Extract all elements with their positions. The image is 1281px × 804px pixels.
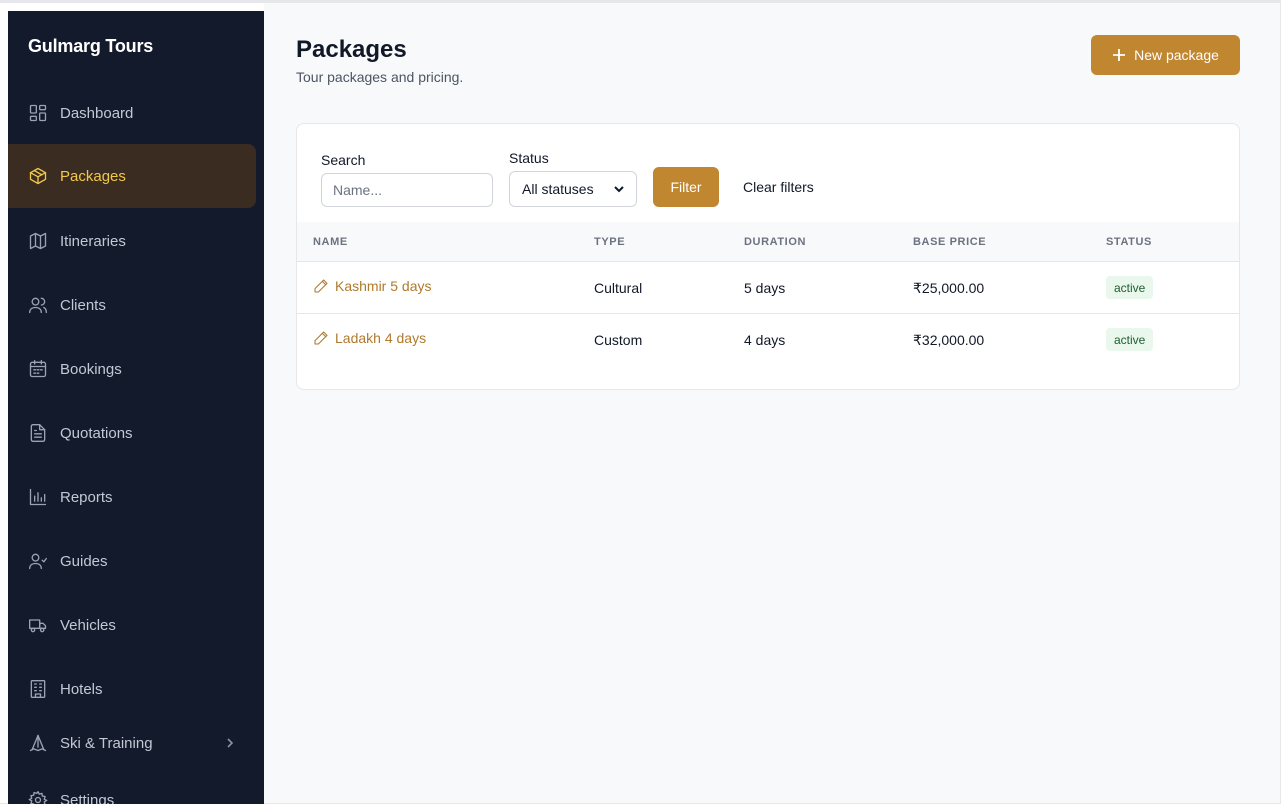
building-icon — [28, 679, 48, 699]
sidebar-item-settings[interactable]: Settings — [8, 768, 256, 804]
column-header-name: NAME — [313, 236, 348, 248]
sidebar-item-label: Dashboard — [60, 104, 134, 122]
sidebar-item-dashboard[interactable]: Dashboard — [8, 81, 256, 145]
table-row: Kashmir 5 days Cultural 5 days ₹25,000.0… — [297, 262, 1239, 314]
chevron-down-icon — [614, 186, 624, 193]
pencil-icon — [314, 331, 328, 345]
sidebar-item-label: Ski & Training — [60, 734, 153, 752]
sidebar-item-label: Reports — [60, 488, 113, 506]
new-package-label: New package — [1134, 47, 1219, 63]
gear-icon — [28, 790, 48, 804]
package-name: Kashmir 5 days — [335, 278, 432, 294]
page-subtitle: Tour packages and pricing. — [296, 69, 464, 85]
status-select-value: All statuses — [522, 181, 594, 197]
dashboard-icon — [28, 103, 48, 123]
sidebar: Gulmarg Tours Dashboard Packages Itinera… — [8, 11, 264, 804]
sidebar-item-packages[interactable]: Packages — [8, 144, 256, 208]
table-header: NAME TYPE DURATION BASE PRICE STATUS — [297, 222, 1239, 262]
packages-card: Search Status All statuses Filter Clear … — [296, 123, 1240, 390]
sidebar-item-label: Quotations — [60, 424, 133, 442]
package-price: ₹25,000.00 — [913, 280, 985, 296]
search-input[interactable] — [321, 173, 493, 207]
package-duration: 4 days — [744, 332, 786, 348]
sidebar-item-label: Settings — [60, 791, 115, 804]
ski-icon — [28, 733, 48, 753]
package-type: Custom — [594, 332, 643, 348]
sidebar-item-itineraries[interactable]: Itineraries — [8, 209, 256, 273]
sidebar-item-guides[interactable]: Guides — [8, 529, 256, 593]
bar-chart-icon — [28, 487, 48, 507]
package-name: Ladakh 4 days — [335, 330, 427, 346]
main-content: Packages Tour packages and pricing. New … — [264, 3, 1280, 803]
pencil-icon — [314, 279, 328, 293]
package-name-link[interactable]: Kashmir 5 days — [313, 278, 431, 294]
package-name-link[interactable]: Ladakh 4 days — [313, 330, 426, 346]
table-row: Ladakh 4 days Custom 4 days ₹32,000.00 a… — [297, 314, 1239, 366]
status-label: Status — [509, 150, 549, 166]
plus-icon — [1113, 49, 1126, 61]
sidebar-item-label: Clients — [60, 296, 106, 314]
package-type: Cultural — [594, 280, 643, 296]
map-icon — [28, 231, 48, 251]
sidebar-item-bookings[interactable]: Bookings — [8, 337, 256, 401]
users-icon — [28, 295, 48, 315]
column-header-base-price: BASE PRICE — [913, 236, 987, 248]
column-header-status: STATUS — [1106, 236, 1152, 248]
package-icon — [28, 166, 48, 186]
sidebar-item-label: Packages — [60, 167, 126, 185]
sidebar-item-reports[interactable]: Reports — [8, 465, 256, 529]
search-label: Search — [321, 152, 366, 168]
sidebar-item-ski-training[interactable]: Ski & Training — [8, 711, 256, 775]
brand-name: Gulmarg Tours — [28, 36, 154, 56]
sidebar-item-vehicles[interactable]: Vehicles — [8, 593, 256, 657]
sidebar-item-label: Guides — [60, 552, 108, 570]
page-title: Packages — [296, 36, 407, 63]
package-price: ₹32,000.00 — [913, 332, 985, 348]
sidebar-item-label: Itineraries — [60, 232, 126, 250]
sidebar-item-label: Bookings — [60, 360, 122, 378]
status-badge: active — [1106, 328, 1154, 351]
document-icon — [28, 423, 48, 443]
truck-icon — [28, 615, 48, 635]
clear-filters-link[interactable]: Clear filters — [743, 179, 814, 195]
chevron-right-icon — [224, 733, 236, 753]
sidebar-item-label: Hotels — [60, 680, 103, 698]
column-header-duration: DURATION — [744, 236, 807, 248]
package-duration: 5 days — [744, 280, 786, 296]
user-group-icon — [28, 551, 48, 571]
sidebar-item-label: Vehicles — [60, 616, 116, 634]
column-header-type: TYPE — [594, 236, 626, 248]
status-select[interactable]: All statuses — [509, 171, 637, 207]
new-package-button[interactable]: New package — [1091, 35, 1240, 75]
sidebar-item-quotations[interactable]: Quotations — [8, 401, 256, 465]
status-badge: active — [1106, 276, 1154, 299]
calendar-icon — [28, 359, 48, 379]
sidebar-item-clients[interactable]: Clients — [8, 273, 256, 337]
filter-button[interactable]: Filter — [653, 167, 719, 207]
